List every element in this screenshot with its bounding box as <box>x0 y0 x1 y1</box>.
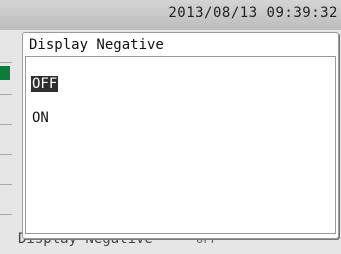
display-negative-dialog: Display Negative OFF ON <box>22 32 339 239</box>
list-divider <box>0 124 12 125</box>
selected-row-accent <box>0 66 10 80</box>
option-on[interactable]: ON <box>31 110 50 126</box>
option-list: OFF ON <box>25 56 336 234</box>
dialog-title: Display Negative <box>29 37 164 53</box>
list-divider <box>0 62 12 63</box>
option-off[interactable]: OFF <box>31 76 59 92</box>
list-divider <box>0 214 12 215</box>
list-divider <box>0 94 12 95</box>
datetime-display: 2013/08/13 09:39:32 <box>168 5 338 21</box>
list-divider <box>0 184 12 185</box>
device-screen: 2013/08/13 09:39:32 Display Negative OFF… <box>0 0 341 254</box>
status-bar: 2013/08/13 09:39:32 <box>0 0 341 30</box>
list-divider <box>0 154 12 155</box>
